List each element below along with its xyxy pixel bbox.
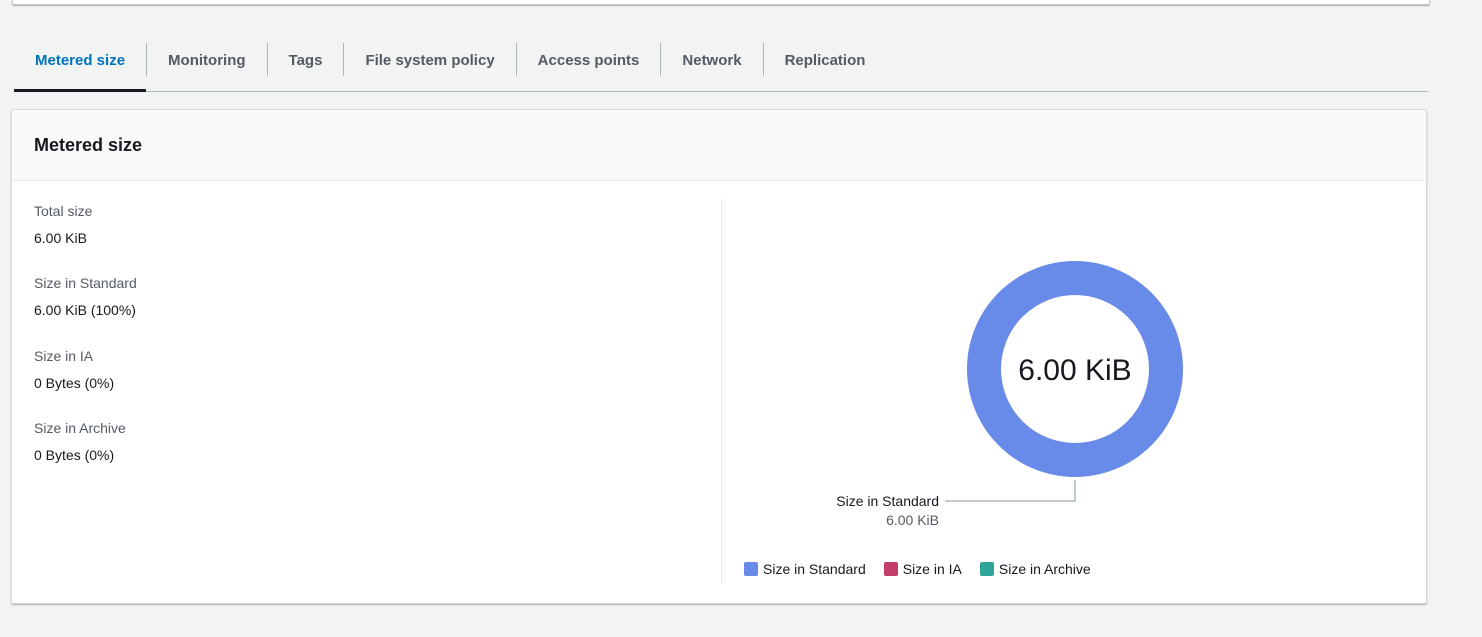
donut-chart: 6.00 KiB Size in Standard 6.00 KiB: [836, 261, 1183, 528]
metered-size-panel: Metered size Total size 6.00 KiB Size in…: [11, 109, 1427, 604]
legend-item-standard[interactable]: Size in Standard: [744, 561, 866, 577]
callout-label: Size in Standard: [836, 493, 939, 509]
legend-swatch: [883, 562, 898, 576]
tab-metered-size[interactable]: Metered size: [14, 29, 147, 92]
tab-access-points[interactable]: Access points: [517, 29, 661, 91]
field-value: 0 Bytes (0%): [34, 447, 115, 463]
field-total-size: Total size 6.00 KiB: [34, 202, 92, 247]
field-label: Size in Archive: [34, 420, 126, 436]
donut-center-label: 6.00 KiB: [1018, 354, 1131, 387]
field-label: Size in IA: [34, 348, 94, 364]
tab-tags[interactable]: Tags: [268, 29, 344, 91]
field-label: Total size: [34, 203, 93, 219]
field-value: 6.00 KiB (100%): [34, 302, 136, 318]
chart-legend: Size in Standard Size in IA Size in Arch…: [744, 561, 1109, 577]
callout-leader-line: [945, 480, 1076, 502]
legend-swatch: [979, 562, 994, 576]
field-size-in-standard: Size in Standard 6.00 KiB (100%): [34, 274, 137, 319]
callout-value: 6.00 KiB: [886, 512, 939, 528]
column-divider: [721, 199, 722, 584]
tab-bar: Metered size Monitoring Tags File system…: [14, 29, 1428, 92]
top-card: [12, 0, 1430, 5]
field-size-in-archive: Size in Archive 0 Bytes (0%): [34, 419, 126, 464]
panel-header: Metered size: [12, 110, 1426, 181]
tab-replication[interactable]: Replication: [764, 29, 887, 91]
field-label: Size in Standard: [34, 275, 137, 291]
legend-label: Size in Archive: [998, 561, 1091, 577]
legend-swatch: [744, 562, 758, 576]
legend-item-ia[interactable]: Size in IA: [883, 561, 962, 577]
field-size-in-ia: Size in IA 0 Bytes (0%): [34, 347, 114, 392]
tab-file-system-policy[interactable]: File system policy: [344, 29, 515, 91]
field-value: 6.00 KiB: [34, 230, 87, 246]
legend-label: Size in Standard: [763, 561, 866, 577]
tab-monitoring[interactable]: Monitoring: [147, 29, 266, 91]
field-value: 0 Bytes (0%): [34, 375, 115, 391]
legend-label: Size in IA: [902, 561, 962, 577]
legend-item-archive[interactable]: Size in Archive: [979, 561, 1091, 577]
panel-title: Metered size: [34, 134, 143, 155]
tab-network[interactable]: Network: [661, 29, 762, 91]
